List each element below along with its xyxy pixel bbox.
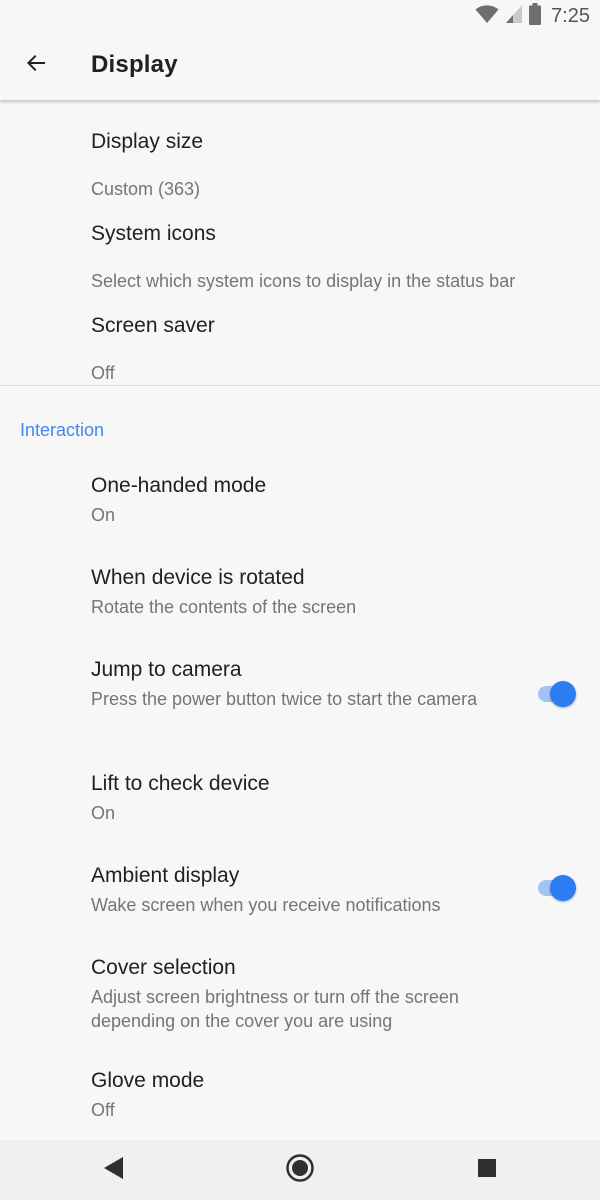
setting-subtitle: Wake screen when you receive notificatio…	[91, 895, 441, 915]
nav-back-button[interactable]	[98, 1154, 130, 1186]
setting-jump-to-camera[interactable]: Jump to camera Press the power button tw…	[0, 654, 600, 738]
setting-screen-saver[interactable]: Screen saver Off	[0, 302, 600, 383]
setting-title: Cover selection	[91, 956, 236, 979]
recents-square-icon	[477, 1158, 497, 1183]
home-circle-icon	[285, 1153, 315, 1188]
setting-title: Screen saver	[91, 314, 215, 337]
back-triangle-icon	[103, 1156, 125, 1185]
page-title: Display	[91, 51, 178, 78]
signal-icon	[505, 4, 523, 29]
nav-bar	[0, 1140, 600, 1200]
toggle-thumb	[550, 875, 576, 901]
divider	[0, 385, 600, 386]
setting-one-handed-mode[interactable]: One-handed mode On	[0, 470, 600, 530]
setting-ambient-display[interactable]: Ambient display Wake screen when you rec…	[0, 860, 600, 920]
setting-system-icons[interactable]: System icons Select which system icons t…	[0, 210, 600, 291]
battery-icon	[529, 2, 542, 30]
setting-subtitle: Adjust screen brightness or turn off the…	[91, 987, 459, 1031]
status-bar: 7:25	[0, 0, 600, 33]
app-bar: Display	[0, 33, 600, 100]
setting-title: Jump to camera	[91, 658, 242, 681]
back-button[interactable]	[14, 43, 58, 87]
setting-subtitle: Rotate the contents of the screen	[91, 597, 357, 617]
setting-glove-mode[interactable]: Glove mode Off	[0, 1065, 600, 1125]
jump-to-camera-toggle[interactable]	[534, 681, 576, 707]
ambient-display-toggle[interactable]	[534, 875, 576, 901]
setting-title: Lift to check device	[91, 772, 270, 795]
setting-subtitle: On	[91, 505, 116, 525]
clock: 7:25	[551, 4, 590, 27]
setting-title: One-handed mode	[91, 474, 267, 497]
setting-cover-selection[interactable]: Cover selection Adjust screen brightness…	[0, 952, 600, 1036]
setting-subtitle: Custom (363)	[91, 179, 201, 199]
setting-subtitle: Select which system icons to display in …	[91, 271, 516, 291]
setting-subtitle: On	[91, 803, 116, 823]
status-icons: 7:25	[475, 2, 590, 30]
setting-when-device-rotated[interactable]: When device is rotated Rotate the conten…	[0, 562, 600, 622]
toggle-thumb	[550, 681, 576, 707]
setting-display-size[interactable]: Display size Custom (363)	[0, 118, 600, 199]
setting-title: System icons	[91, 222, 216, 245]
setting-subtitle: Off	[91, 363, 115, 383]
nav-home-button[interactable]	[284, 1153, 316, 1188]
setting-title: Glove mode	[91, 1069, 205, 1092]
section-header-interaction: Interaction	[20, 420, 105, 440]
setting-title: Display size	[91, 130, 204, 153]
nav-recents-button[interactable]	[471, 1154, 503, 1186]
setting-lift-to-check[interactable]: Lift to check device On	[0, 768, 600, 828]
setting-title: Ambient display	[91, 864, 240, 887]
setting-title: When device is rotated	[91, 566, 305, 589]
wifi-icon	[475, 4, 499, 29]
setting-subtitle: Press the power button twice to start th…	[91, 689, 478, 709]
setting-subtitle: Off	[91, 1100, 115, 1120]
arrow-back-icon	[24, 51, 48, 80]
